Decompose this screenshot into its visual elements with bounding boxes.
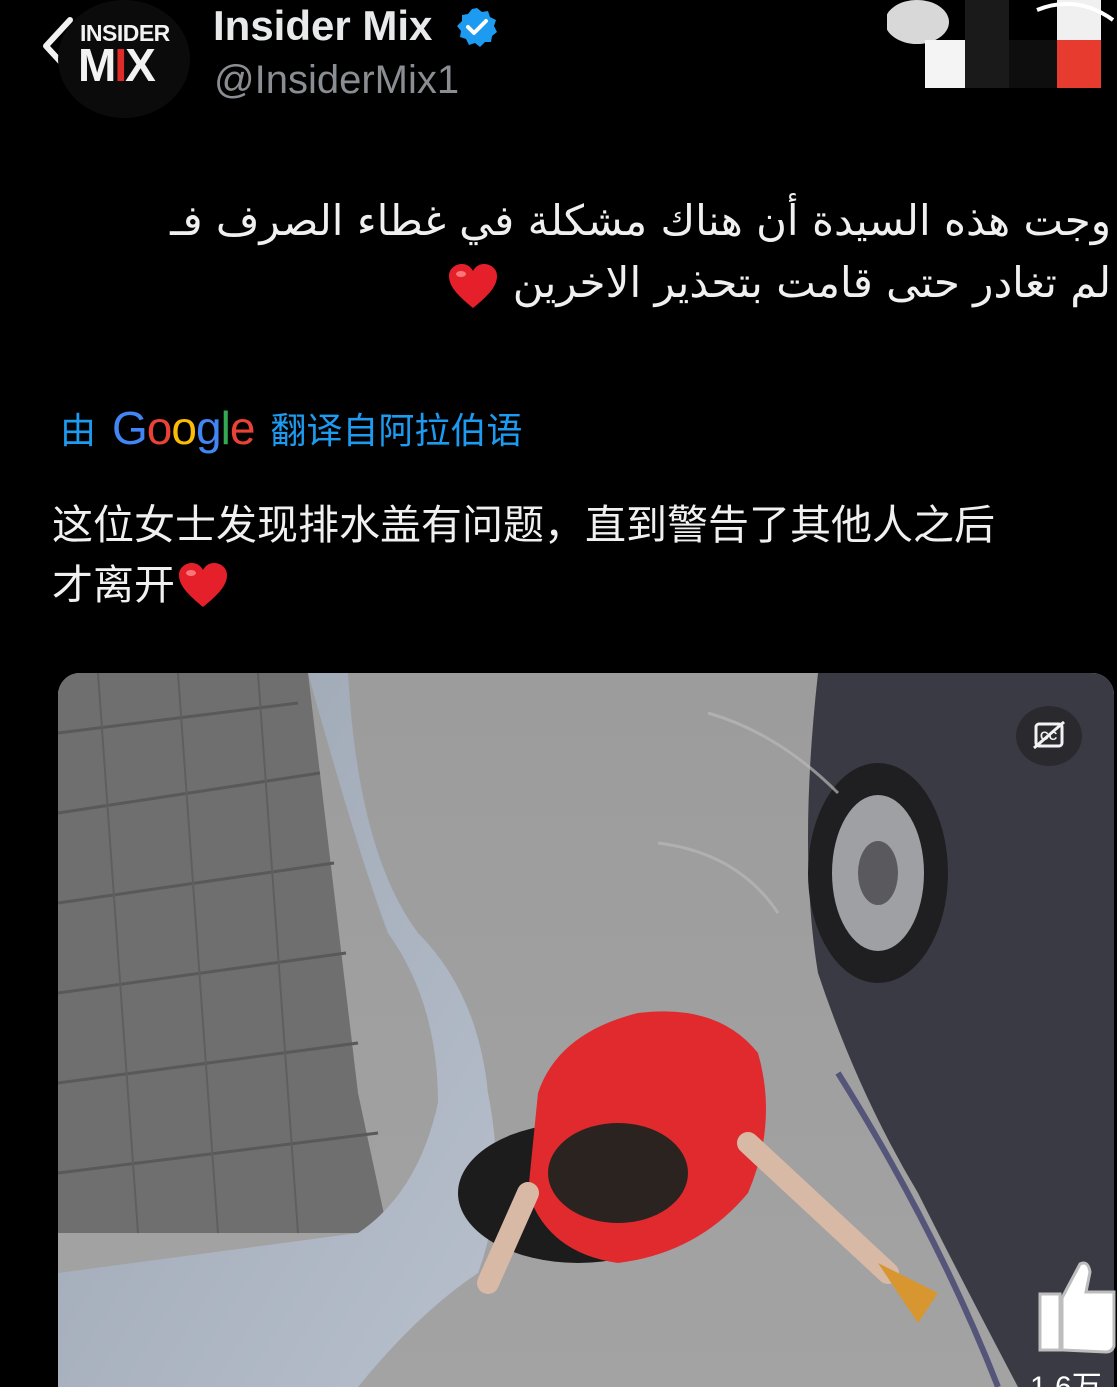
- tweet-original-line-1: وجت هذه السيدة أن هناك مشكلة في غطاء الص…: [170, 196, 1111, 245]
- redacted-area: [887, 0, 1117, 90]
- tweet-translation-line-1: 这位女士发现排水盖有问题，直到警告了其他人之后: [52, 501, 995, 549]
- avatar[interactable]: INSIDER MIX: [58, 0, 190, 118]
- account-handle[interactable]: @InsiderMix1: [214, 58, 459, 103]
- video-frame-image: [58, 673, 1114, 1387]
- translated-suffix: 翻译自阿拉伯语: [270, 411, 523, 452]
- account-name[interactable]: Insider Mix: [213, 2, 432, 50]
- tweet-original-line-2: لم تغادر حتى قامت بتحذير الاخرين: [51, 252, 1111, 314]
- tweet-video[interactable]: [58, 673, 1114, 1387]
- logo-mix-text: MIX: [78, 39, 156, 91]
- red-heart-icon: [179, 563, 227, 607]
- captions-off-icon: CC: [1033, 720, 1065, 750]
- thumbs-up-icon[interactable]: [1028, 1258, 1117, 1358]
- tweet-translation-text: 这位女士发现排水盖有问题，直到警告了其他人之后 才离开: [52, 495, 1112, 615]
- tweet-original-text: وجت هذه السيدة أن هناك مشكلة في غطاء الص…: [51, 190, 1111, 314]
- like-count: 1.6万: [1030, 1362, 1102, 1387]
- verified-badge-icon: [457, 8, 497, 47]
- tweet-translation-line-2: 才离开: [52, 555, 1112, 615]
- translated-prefix: 由: [60, 411, 97, 452]
- google-logo: Google: [112, 402, 255, 454]
- red-heart-icon: [449, 263, 498, 308]
- translated-by-google-link[interactable]: 由 Google 翻译自阿拉伯语: [60, 400, 522, 456]
- captions-button[interactable]: CC: [1016, 706, 1082, 766]
